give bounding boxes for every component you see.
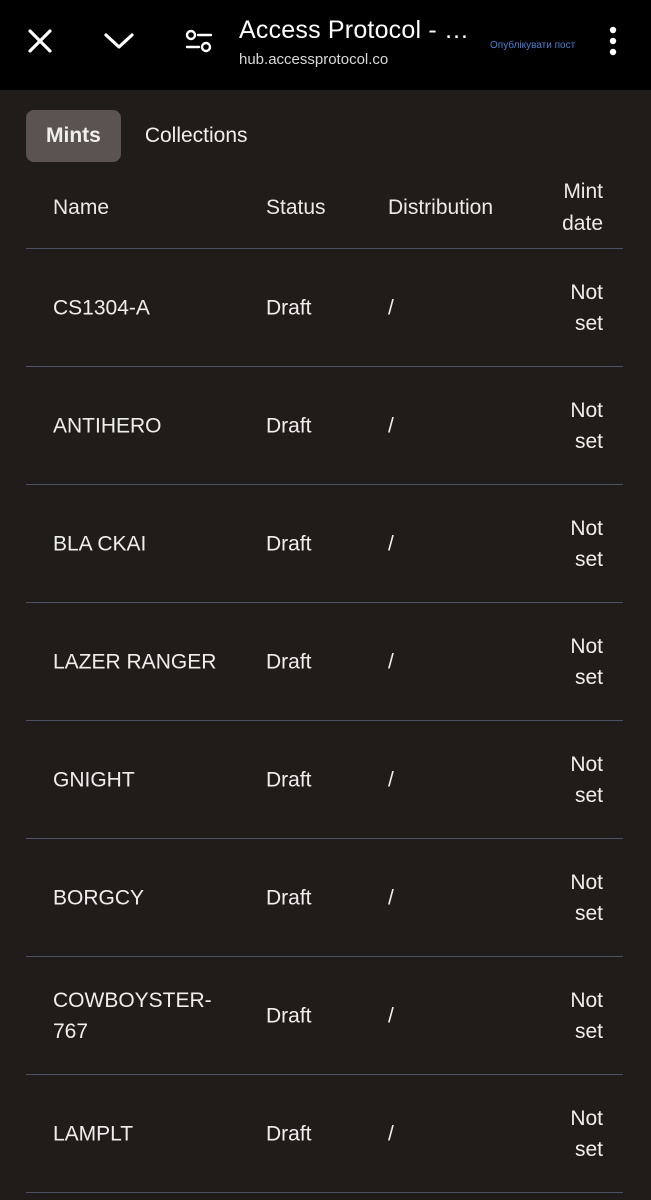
column-header-distribution[interactable]: Distribution — [388, 192, 493, 224]
collapse-button[interactable] — [95, 17, 143, 65]
mint-date-line1: Not — [570, 752, 603, 776]
mint-date-line1: Not — [570, 516, 603, 540]
row-status: Draft — [266, 768, 312, 791]
row-mint-date: Not set — [543, 395, 603, 457]
table-row[interactable]: LAZER RANGER Draft / Not set — [26, 603, 623, 721]
mints-table: Name Status Distribution Mint date CS130… — [26, 168, 623, 1193]
tab-collections[interactable]: Collections — [125, 110, 268, 162]
row-mint-date: Not set — [543, 1103, 603, 1165]
row-status: Draft — [266, 296, 312, 319]
row-distribution: / — [388, 296, 394, 319]
tune-icon — [185, 29, 213, 53]
mint-date-line2: set — [574, 1019, 603, 1043]
row-name: BLA CKAI — [53, 532, 147, 555]
column-header-name[interactable]: Name — [53, 192, 109, 224]
mint-date-line2: set — [574, 429, 603, 453]
row-name: BORGCY — [53, 886, 145, 909]
row-distribution: / — [388, 1004, 394, 1027]
browser-top-bar: Access Protocol - … hub.accessprotocol.c… — [0, 0, 651, 90]
mint-date-line1: Not — [570, 988, 603, 1012]
row-mint-date: Not set — [543, 985, 603, 1047]
page-info[interactable]: Access Protocol - … hub.accessprotocol.c… — [239, 14, 484, 70]
tab-mints[interactable]: Mints — [26, 110, 121, 162]
row-name: ANTIHERO — [53, 414, 162, 437]
table-row[interactable]: ANTIHERO Draft / Not set — [26, 367, 623, 485]
column-header-mint-date[interactable]: Mint date — [562, 176, 603, 240]
row-status: Draft — [266, 1122, 312, 1145]
table-header: Name Status Distribution Mint date — [26, 168, 623, 249]
row-mint-date: Not set — [543, 867, 603, 929]
column-header-status[interactable]: Status — [266, 192, 326, 224]
row-status: Draft — [266, 1004, 312, 1027]
table-row[interactable]: GNIGHT Draft / Not set — [26, 721, 623, 839]
mint-date-line1: Not — [570, 634, 603, 658]
mint-date-line2: set — [574, 783, 603, 807]
row-status: Draft — [266, 650, 312, 673]
mint-date-line1: Not — [570, 280, 603, 304]
mint-date-header-line2: date — [562, 212, 603, 235]
table-row[interactable]: BLA CKAI Draft / Not set — [26, 485, 623, 603]
row-name: COWBOYSTER-767 — [53, 988, 212, 1043]
page-url: hub.accessprotocol.co — [239, 51, 389, 68]
row-mint-date: Not set — [543, 631, 603, 693]
row-distribution: / — [388, 886, 394, 909]
mint-date-line1: Not — [570, 398, 603, 422]
row-distribution: / — [388, 650, 394, 673]
row-distribution: / — [388, 532, 394, 555]
close-icon — [28, 29, 52, 53]
mint-date-line1: Not — [570, 870, 603, 894]
more-vert-icon — [609, 26, 617, 56]
table-row[interactable]: BORGCY Draft / Not set — [26, 839, 623, 957]
row-name: LAZER RANGER — [53, 650, 217, 673]
mint-date-header-line1: Mint — [563, 180, 603, 203]
row-mint-date: Not set — [543, 749, 603, 811]
close-button[interactable] — [16, 17, 64, 65]
mint-date-line2: set — [574, 665, 603, 689]
mint-date-line2: set — [574, 901, 603, 925]
table-row[interactable]: COWBOYSTER-767 Draft / Not set — [26, 957, 623, 1075]
mint-date-line2: set — [574, 1137, 603, 1161]
row-mint-date: Not set — [543, 277, 603, 339]
tab-bar: Mints Collections — [26, 110, 268, 162]
mint-date-line2: set — [574, 311, 603, 335]
table-row[interactable]: CS1304-A Draft / Not set — [26, 249, 623, 367]
row-distribution: / — [388, 1122, 394, 1145]
site-settings-button[interactable] — [175, 17, 223, 65]
row-name: CS1304-A — [53, 296, 150, 319]
row-distribution: / — [388, 768, 394, 791]
table-row[interactable]: LAMPLT Draft / Not set — [26, 1075, 623, 1193]
page-title: Access Protocol - … — [239, 16, 470, 44]
row-status: Draft — [266, 414, 312, 437]
mint-date-line1: Not — [570, 1106, 603, 1130]
row-name: LAMPLT — [53, 1122, 134, 1145]
row-mint-date: Not set — [543, 513, 603, 575]
row-name: GNIGHT — [53, 768, 135, 791]
more-options-button[interactable] — [589, 17, 637, 65]
row-status: Draft — [266, 886, 312, 909]
publish-post-link[interactable]: Опублікувати пост — [490, 40, 575, 51]
row-distribution: / — [388, 414, 394, 437]
chevron-down-icon — [104, 33, 134, 49]
row-status: Draft — [266, 532, 312, 555]
mint-date-line2: set — [574, 547, 603, 571]
